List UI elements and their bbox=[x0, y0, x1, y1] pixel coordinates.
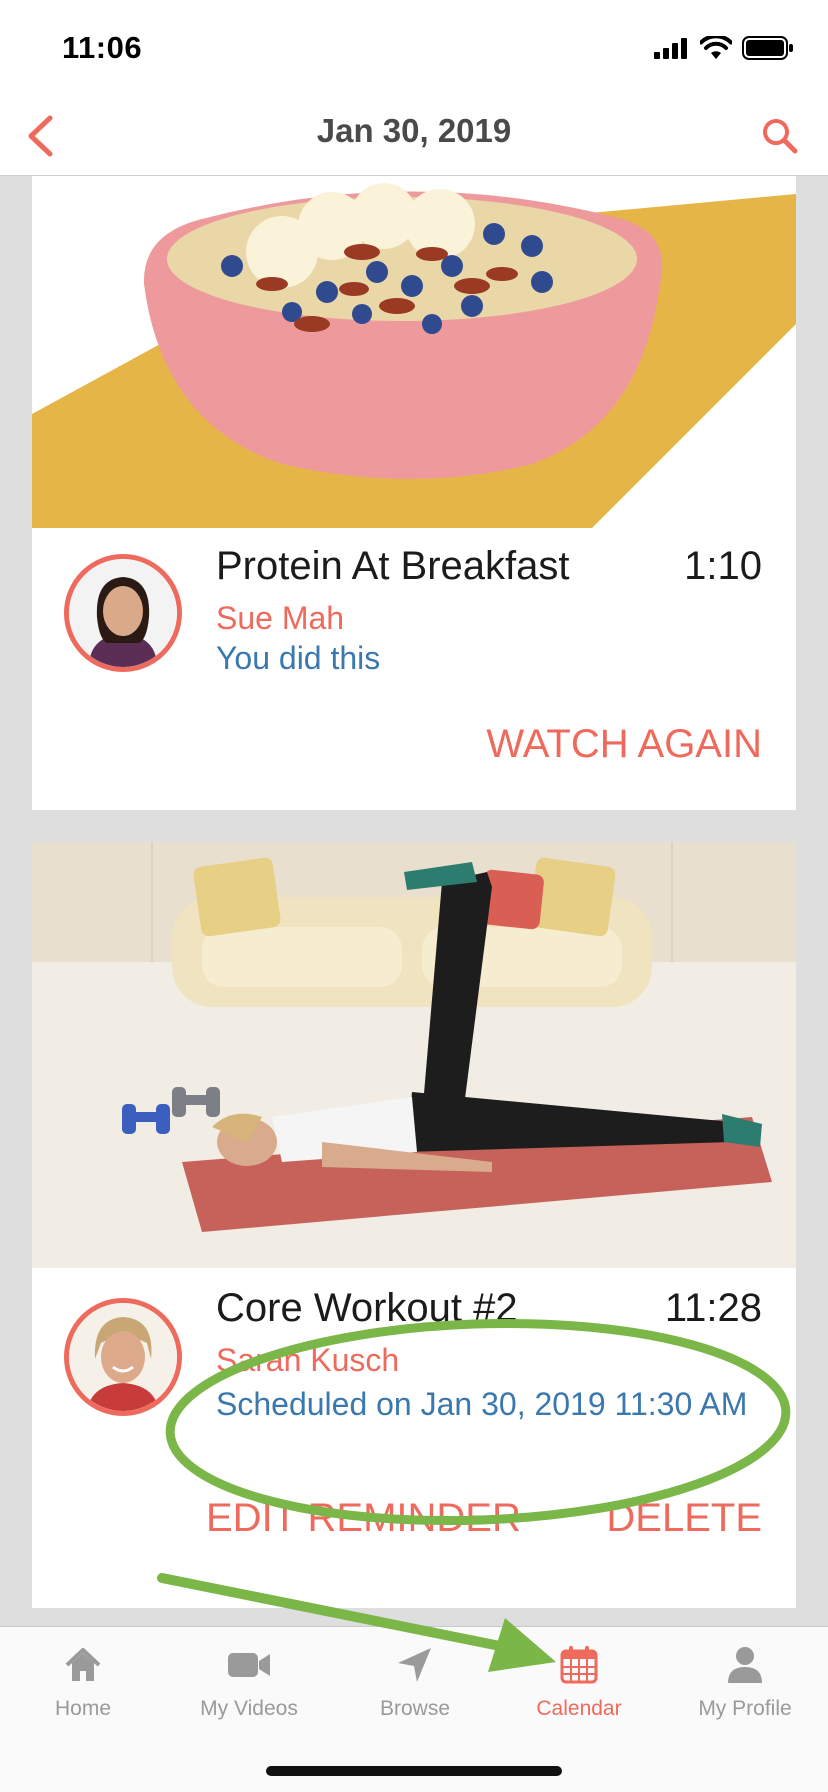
instructor-avatar[interactable] bbox=[64, 1298, 182, 1416]
calendar-icon bbox=[560, 1646, 598, 1684]
avatar-photo bbox=[69, 559, 177, 667]
page-title: Jan 30, 2019 bbox=[316, 112, 512, 149]
tab-label: My Videos bbox=[200, 1697, 298, 1720]
status-time: 11:06 bbox=[62, 30, 143, 65]
tab-label: Calendar bbox=[536, 1697, 622, 1720]
status-bar: 11:06 bbox=[0, 0, 828, 96]
navigation-arrow-icon bbox=[398, 1648, 431, 1682]
video-card[interactable]: Core Workout #2 11:28 Sarah Kusch Schedu… bbox=[32, 842, 796, 1608]
tab-label: Home bbox=[54, 1697, 112, 1720]
tab-label: Browse bbox=[379, 1697, 451, 1720]
person-icon bbox=[728, 1647, 762, 1683]
video-thumbnail[interactable] bbox=[32, 842, 796, 1268]
tab-label: My Profile bbox=[698, 1697, 792, 1720]
video-duration: 11:28 bbox=[664, 1286, 762, 1330]
core-workout-image bbox=[32, 842, 796, 1268]
instructor-name[interactable]: Sue Mah bbox=[216, 600, 344, 637]
tab-calendar[interactable]: Calendar bbox=[496, 1641, 662, 1721]
home-icon bbox=[65, 1648, 101, 1681]
avatar-photo bbox=[69, 1303, 177, 1411]
video-title: Protein At Breakfast bbox=[216, 544, 570, 588]
instructor-name[interactable]: Sarah Kusch bbox=[216, 1342, 399, 1379]
battery-icon bbox=[742, 36, 793, 60]
video-camera-icon bbox=[228, 1653, 270, 1677]
search-icon bbox=[763, 119, 798, 154]
video-list[interactable]: Protein At Breakfast 1:10 Sue Mah You di… bbox=[0, 176, 828, 1626]
tab-browse[interactable]: Browse bbox=[332, 1641, 498, 1721]
video-title: Core Workout #2 bbox=[216, 1286, 518, 1330]
nav-bar: Jan 30, 2019 bbox=[0, 96, 828, 176]
cellular-signal-icon bbox=[654, 38, 687, 59]
status-icons bbox=[654, 36, 794, 60]
tab-home[interactable]: Home bbox=[0, 1641, 166, 1721]
tab-my-videos[interactable]: My Videos bbox=[166, 1641, 332, 1721]
video-card[interactable]: Protein At Breakfast 1:10 Sue Mah You di… bbox=[32, 176, 796, 810]
home-indicator[interactable] bbox=[266, 1766, 562, 1776]
wifi-icon bbox=[700, 36, 732, 59]
schedule-status: Scheduled on Jan 30, 2019 11:30 AM bbox=[216, 1386, 748, 1422]
completion-status: You did this bbox=[216, 640, 381, 676]
search-button[interactable] bbox=[754, 110, 806, 162]
tab-my-profile[interactable]: My Profile bbox=[662, 1641, 828, 1721]
video-thumbnail[interactable] bbox=[32, 176, 796, 528]
edit-reminder-button[interactable]: EDIT REMINDER bbox=[206, 1496, 521, 1541]
delete-button[interactable]: DELETE bbox=[606, 1496, 762, 1541]
instructor-avatar[interactable] bbox=[64, 554, 182, 672]
video-duration: 1:10 bbox=[684, 544, 762, 588]
watch-again-button[interactable]: WATCH AGAIN bbox=[486, 722, 762, 767]
oatmeal-bowl-image bbox=[32, 176, 796, 528]
